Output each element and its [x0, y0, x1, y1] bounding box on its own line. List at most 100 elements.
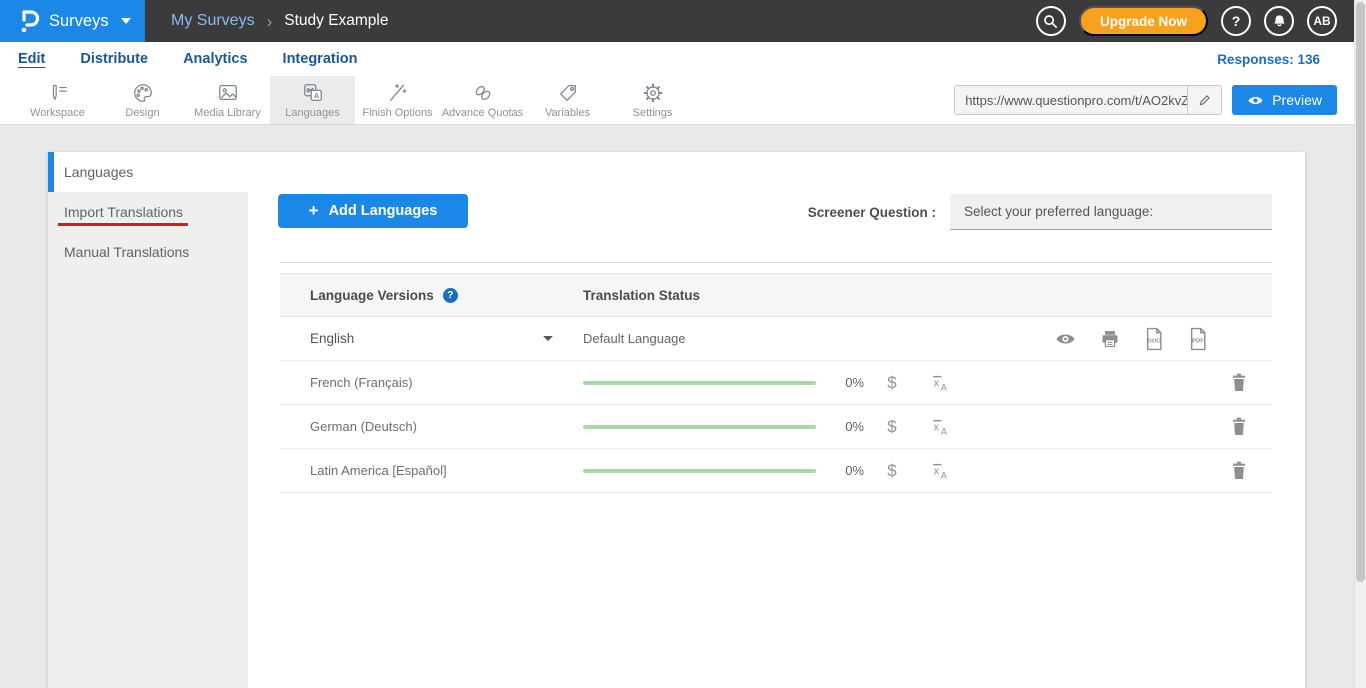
default-language-value: English: [310, 331, 354, 346]
tool-languages[interactable]: A Languages: [270, 76, 355, 124]
preview-button[interactable]: Preview: [1232, 85, 1337, 115]
svg-text:A: A: [941, 382, 948, 392]
translation-progress-bar: [583, 469, 816, 473]
chevron-down-icon: [121, 18, 131, 24]
sidebar-item-label: Import Translations: [64, 204, 183, 220]
tab-integration[interactable]: Integration: [283, 51, 358, 67]
tab-analytics[interactable]: Analytics: [183, 51, 247, 67]
auto-translate-button[interactable]: x A: [930, 461, 950, 481]
table-header-row: Language Versions ? Translation Status: [280, 273, 1272, 317]
language-name: French (Français): [280, 375, 583, 390]
export-doc-button[interactable]: DOC: [1144, 327, 1164, 351]
image-icon: [217, 82, 239, 104]
svg-text:A: A: [941, 470, 948, 480]
delete-language-button[interactable]: [1231, 461, 1247, 480]
paid-translation-icon[interactable]: $: [887, 461, 896, 481]
tool-advance-quotas[interactable]: Advance Quotas: [440, 76, 525, 124]
svg-text:x: x: [934, 377, 940, 389]
language-name: Latin America [Español]: [280, 463, 583, 478]
sidebar-item-label: Languages: [64, 164, 133, 180]
column-header-language-versions: Language Versions ?: [280, 288, 583, 303]
tab-distribute[interactable]: Distribute: [80, 51, 148, 67]
tool-finish-options[interactable]: Finish Options: [355, 76, 440, 124]
doc-file-icon: DOC: [1144, 327, 1164, 351]
tool-label: Settings: [633, 107, 673, 119]
export-pdf-button[interactable]: PDF: [1188, 327, 1208, 351]
auto-translate-button[interactable]: x A: [930, 373, 950, 393]
tool-label: Design: [125, 107, 159, 119]
scrollbar-thumb[interactable]: [1356, 2, 1365, 582]
pdf-file-icon: PDF: [1188, 327, 1208, 351]
delete-language-button[interactable]: [1231, 373, 1247, 392]
add-languages-button[interactable]: + Add Languages: [278, 194, 468, 228]
screener-question-label: Screener Question :: [808, 205, 936, 220]
sidebar-item-manual-translations[interactable]: Manual Translations: [48, 232, 248, 272]
bell-icon: [1272, 14, 1287, 29]
help-icon[interactable]: ?: [443, 288, 458, 303]
translation-progress-percent: 0%: [816, 463, 864, 478]
table-row-language: Latin America [Español] 0% $ x A: [280, 449, 1272, 493]
tool-label: Languages: [285, 107, 339, 119]
auto-translate-button[interactable]: x A: [930, 417, 950, 437]
table-row-default-language: English Default Language: [280, 317, 1272, 361]
view-survey-button[interactable]: [1055, 332, 1076, 346]
screener-question-select[interactable]: Select your preferred language:: [950, 194, 1272, 230]
svg-text:A: A: [941, 426, 948, 436]
screener-question-group: Screener Question : Select your preferre…: [808, 194, 1272, 230]
responses-count[interactable]: Responses: 136: [1217, 52, 1354, 67]
svg-text:A: A: [313, 91, 319, 100]
palette-icon: [132, 82, 154, 104]
translation-progress-percent: 0%: [816, 375, 864, 390]
translation-progress-bar: [583, 381, 816, 385]
tag-icon: [557, 82, 579, 104]
upgrade-now-button[interactable]: Upgrade Now: [1079, 6, 1208, 36]
plus-icon: +: [309, 201, 319, 221]
tool-variables[interactable]: Variables: [525, 76, 610, 124]
edit-toolbar: Workspace Design Media Library A Languag…: [0, 76, 1354, 125]
wand-icon: [387, 82, 409, 104]
trash-icon: [1231, 373, 1247, 392]
eye-icon: [1055, 332, 1076, 346]
tool-design[interactable]: Design: [100, 76, 185, 124]
survey-url-box: https://www.questionpro.com/t/AO2kvZ: [954, 85, 1222, 115]
tab-edit[interactable]: Edit: [18, 51, 45, 67]
topbar-actions: Upgrade Now ? AB: [1036, 6, 1354, 36]
tool-label: Media Library: [194, 107, 261, 119]
breadcrumb-my-surveys[interactable]: My Surveys: [171, 12, 255, 30]
language-name: German (Deutsch): [280, 419, 583, 434]
survey-url-value[interactable]: https://www.questionpro.com/t/AO2kvZ: [955, 93, 1187, 108]
pdf-label: PDF: [1192, 338, 1204, 344]
tool-settings[interactable]: Settings: [610, 76, 695, 124]
paid-translation-icon[interactable]: $: [887, 417, 896, 437]
table-row-language: French (Français) 0% $ x A: [280, 361, 1272, 405]
gear-icon: [642, 82, 664, 104]
sidebar-item-languages[interactable]: Languages: [48, 152, 248, 192]
print-button[interactable]: [1100, 329, 1120, 349]
page-scrollbar[interactable]: [1354, 0, 1366, 688]
default-language-status: Default Language: [583, 331, 686, 346]
tool-label: Variables: [545, 107, 590, 119]
table-row-language: German (Deutsch) 0% $ x A: [280, 405, 1272, 449]
app-logo-menu[interactable]: Surveys: [0, 0, 145, 42]
workspace-icon: [47, 82, 69, 104]
trash-icon: [1231, 417, 1247, 436]
tool-media-library[interactable]: Media Library: [185, 76, 270, 124]
default-language-select[interactable]: English: [280, 331, 583, 346]
column-header-translation-status: Translation Status: [583, 288, 700, 303]
help-button[interactable]: ?: [1221, 6, 1251, 36]
paid-translation-icon[interactable]: $: [887, 373, 896, 393]
search-button[interactable]: [1036, 6, 1066, 36]
translate-icon: x A: [930, 461, 950, 481]
tool-label: Finish Options: [362, 107, 432, 119]
notifications-button[interactable]: [1264, 6, 1294, 36]
doc-label: DOC: [1147, 338, 1161, 344]
delete-language-button[interactable]: [1231, 417, 1247, 436]
sidebar-item-import-translations[interactable]: Import Translations: [48, 192, 248, 232]
breadcrumb-chevron-icon: ›: [267, 13, 273, 30]
languages-sidebar: Languages Import Translations Manual Tra…: [48, 152, 248, 688]
column-header-label: Language Versions: [310, 288, 434, 303]
avatar[interactable]: AB: [1307, 6, 1337, 36]
edit-url-button[interactable]: [1187, 86, 1221, 114]
tool-workspace[interactable]: Workspace: [15, 76, 100, 124]
tool-label: Workspace: [30, 107, 85, 119]
